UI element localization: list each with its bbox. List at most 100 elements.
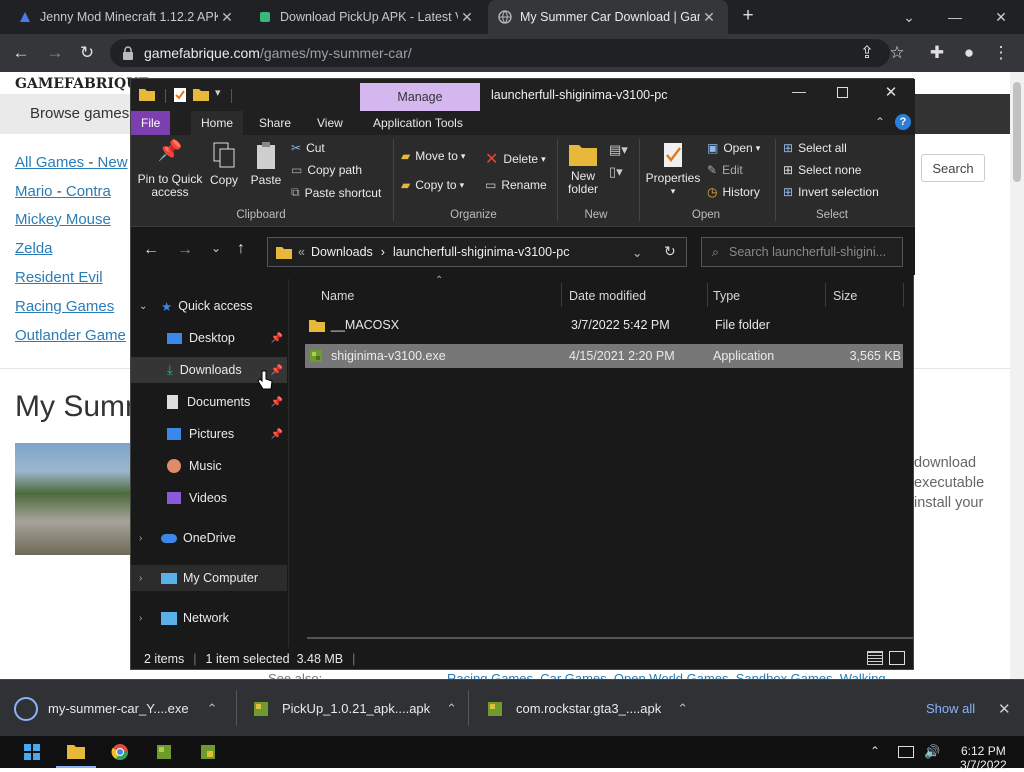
nav-pictures[interactable]: Pictures 📌 — [131, 421, 287, 447]
site-link-racing[interactable]: Racing Games — [15, 298, 114, 315]
browser-tab-2[interactable]: Download PickUp APK - Latest Ve ✕ — [248, 0, 486, 34]
chevron-up-icon[interactable]: ⌃ — [207, 701, 218, 717]
nav-my-computer[interactable]: › My Computer — [131, 565, 287, 591]
back-arrow-icon[interactable]: ← — [143, 241, 159, 259]
forward-arrow-icon[interactable]: → — [40, 38, 70, 68]
star-icon[interactable]: ☆ — [882, 38, 912, 68]
reload-icon[interactable]: ↻ — [72, 38, 102, 68]
cut-button[interactable]: ✂ Cut — [291, 141, 325, 155]
share-icon[interactable]: ⇪ — [852, 38, 882, 68]
download-item[interactable]: PickUp_1.0.21_apk....apk ⌃ — [252, 680, 464, 737]
copy-to-button[interactable]: ▰ Copy to ▾ — [401, 178, 464, 192]
extensions-icon[interactable]: ✚ — [922, 38, 952, 68]
history-button[interactable]: ◷ History — [707, 185, 760, 199]
large-icons-view-icon[interactable] — [889, 651, 905, 665]
invert-selection-button[interactable]: ⊞ Invert selection — [783, 185, 879, 199]
chevron-up-icon[interactable]: ⌃ — [870, 744, 880, 758]
column-separator[interactable] — [561, 283, 562, 307]
breadcrumb-dropdown-icon[interactable]: ⌄ — [632, 245, 642, 260]
pin-to-quick-access-button[interactable]: 📌 Pin to Quick access — [135, 141, 205, 199]
column-type[interactable]: Type — [713, 285, 740, 307]
move-to-button[interactable]: ▰ Move to ▾ — [401, 149, 465, 163]
chevron-up-icon[interactable]: ⌃ — [677, 701, 688, 717]
show-all-button[interactable]: Show all — [926, 680, 975, 737]
site-logo[interactable]: GAMEFABRIQUE — [15, 76, 149, 92]
recent-locations-icon[interactable]: ⌄ — [211, 241, 221, 255]
properties-icon[interactable] — [173, 87, 187, 103]
back-arrow-icon[interactable]: ← — [6, 38, 36, 68]
chevron-up-icon[interactable]: ⌃ — [446, 701, 457, 717]
breadcrumb-downloads[interactable]: Downloads — [311, 245, 373, 259]
rename-button[interactable]: ▭ Rename — [485, 178, 547, 192]
network-tray-icon[interactable] — [898, 746, 914, 758]
open-button[interactable]: ▣ Open ▾ — [707, 141, 760, 155]
edit-button[interactable]: ✎ Edit — [707, 163, 743, 177]
site-link-outlander[interactable]: Outlander Game — [15, 327, 126, 344]
collapse-ribbon-icon[interactable]: ⌃ — [875, 115, 885, 129]
paste-shortcut-button[interactable]: ⧉ Paste shortcut — [291, 185, 381, 200]
pin-icon[interactable]: 📌 — [271, 429, 283, 440]
up-arrow-icon[interactable]: ↑ — [237, 240, 245, 258]
nav-quick-access[interactable]: ⌄ ★ Quick access — [131, 293, 287, 319]
windows-start-icon[interactable] — [12, 736, 52, 768]
new-item-icon[interactable]: ▤▾ ▯▾ — [609, 139, 628, 183]
tab-close-icon[interactable]: ✕ — [458, 9, 476, 26]
details-view-icon[interactable] — [867, 651, 883, 665]
nav-desktop[interactable]: Desktop 📌 — [131, 325, 287, 351]
nav-videos[interactable]: Videos — [131, 485, 287, 511]
manage-contextual-tab[interactable]: Manage — [360, 83, 480, 111]
new-folder-icon[interactable] — [193, 87, 209, 101]
select-all-button[interactable]: ⊞ Select all — [783, 141, 847, 155]
restore-icon[interactable] — [936, 0, 982, 34]
site-link-all-games[interactable]: All Games - New — [15, 154, 128, 171]
column-name[interactable]: Name — [321, 285, 354, 307]
pane-splitter[interactable] — [288, 279, 289, 647]
download-item[interactable]: my-summer-car_Y....exe ⌃ — [14, 680, 236, 737]
site-link-mario[interactable]: Mario - Contra — [15, 183, 111, 200]
pin-icon[interactable]: 📌 — [271, 397, 283, 408]
address-bar[interactable]: gamefabrique.com/games/my-summer-car/ — [110, 39, 890, 67]
site-search-button[interactable]: Search — [921, 154, 985, 182]
minecraft-taskbar-icon[interactable] — [144, 736, 184, 768]
column-size[interactable]: Size — [833, 285, 857, 307]
column-separator[interactable] — [825, 283, 826, 307]
new-tab-button[interactable]: + — [738, 6, 758, 26]
page-scrollbar[interactable] — [1010, 72, 1024, 679]
browse-games-button[interactable]: Browse games — [30, 105, 129, 122]
new-folder-button[interactable]: New folder — [563, 141, 603, 196]
browser-tab-1[interactable]: Jenny Mod Minecraft 1.12.2 APK ✕ — [8, 0, 246, 34]
column-date-modified[interactable]: Date modified — [569, 285, 646, 307]
properties-button[interactable]: Properties ▾ — [645, 141, 701, 198]
browser-tab-3[interactable]: My Summer Car Download | Gam ✕ — [488, 0, 728, 34]
column-separator[interactable] — [903, 283, 904, 307]
paste-button[interactable]: Paste — [247, 141, 285, 187]
breadcrumb[interactable]: « Downloads › launcherfull-shiginima-v31… — [267, 237, 687, 267]
horizontal-scrollbar[interactable] — [307, 637, 913, 639]
copy-button[interactable]: Copy — [207, 141, 241, 187]
tab-home[interactable]: Home — [191, 111, 244, 135]
volume-icon[interactable]: 🔊 — [924, 744, 940, 760]
file-row-selected[interactable]: shiginima-v3100.exe 4/15/2021 2:20 PM Ap… — [305, 344, 903, 368]
pin-icon[interactable]: 📌 — [271, 333, 283, 344]
breadcrumb-current[interactable]: launcherfull-shiginima-v3100-pc — [393, 245, 569, 259]
search-input[interactable]: ⌕ Search launcherfull-shigini... — [701, 237, 903, 267]
tab-close-icon[interactable]: ✕ — [218, 9, 236, 26]
chevron-down-icon[interactable]: ⌄ — [886, 0, 932, 34]
file-explorer-taskbar-icon[interactable] — [56, 736, 96, 768]
download-item[interactable]: com.rockstar.gta3_....apk ⌃ — [486, 680, 698, 737]
game-screenshot-image[interactable] — [15, 443, 131, 555]
column-separator[interactable] — [707, 283, 708, 307]
select-none-button[interactable]: ⊞ Select none — [783, 163, 861, 177]
nav-network[interactable]: › Network — [131, 605, 287, 631]
menu-kebab-icon[interactable]: ⋮ — [986, 38, 1016, 68]
nav-onedrive[interactable]: › OneDrive — [131, 525, 287, 551]
nav-music[interactable]: Music — [131, 453, 287, 479]
tab-file[interactable]: File — [131, 111, 171, 135]
delete-button[interactable]: ✕ Delete ▾ — [485, 149, 546, 169]
tab-share[interactable]: Share — [249, 111, 301, 135]
tab-application-tools[interactable]: Application Tools — [363, 111, 473, 135]
chrome-taskbar-icon[interactable] — [100, 736, 140, 768]
tab-close-icon[interactable]: ✕ — [700, 9, 718, 26]
close-window-icon[interactable]: ✕ — [978, 0, 1024, 34]
minecraft-launcher-taskbar-icon[interactable] — [188, 736, 228, 768]
